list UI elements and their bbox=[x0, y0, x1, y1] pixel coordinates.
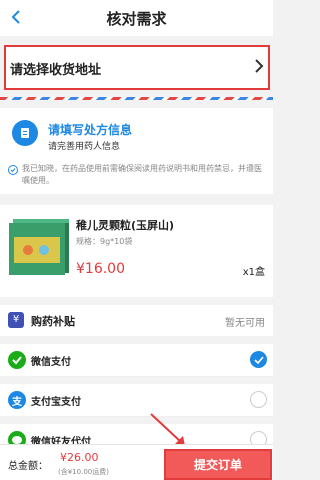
address-label: 请选择收货地址 bbox=[10, 63, 102, 78]
check-icon bbox=[253, 355, 264, 364]
product-price: ¥16.00 bbox=[76, 261, 125, 277]
agreement-checkbox[interactable] bbox=[8, 165, 18, 175]
radio-unselected[interactable] bbox=[250, 431, 267, 444]
yen-icon: ¥ bbox=[8, 312, 24, 328]
payment-option-wechat[interactable]: 微信支付 bbox=[0, 344, 273, 376]
page-title: 核对需求 bbox=[106, 10, 167, 28]
payment-option-label: 微信支付 bbox=[31, 357, 71, 368]
header-bar: 核对需求 bbox=[0, 0, 273, 36]
payment-option-alipay[interactable]: 支 支付宝支付 bbox=[0, 384, 273, 416]
product-name: 稚儿灵颗粒(玉屏山) bbox=[76, 219, 175, 232]
product-card: 稚儿灵颗粒(玉屏山) 规格：9g*10袋 ¥16.00 x1盒 bbox=[0, 205, 273, 297]
alipay-icon: 支 bbox=[8, 391, 26, 409]
product-quantity: x1盒 bbox=[242, 267, 265, 278]
chevron-right-icon bbox=[255, 59, 264, 73]
wechat-friend-pay-icon bbox=[8, 431, 26, 444]
radio-unselected[interactable] bbox=[250, 391, 267, 408]
product-spec: 规格：9g*10袋 bbox=[76, 237, 133, 246]
agreement-notice: 我已知晓，在药品使用前需确保阅读用药说明书和用药禁忌，并遵医嘱使用。 bbox=[22, 164, 262, 185]
total-label: 总金额： bbox=[8, 461, 48, 472]
subsidy-status: 暂无可用 bbox=[225, 318, 265, 329]
address-selector[interactable]: 请选择收货地址 bbox=[4, 45, 270, 90]
payment-option-wechat-friend[interactable]: 微信好友代付 bbox=[0, 424, 273, 444]
submit-highlight-box bbox=[164, 449, 272, 480]
divider bbox=[31, 376, 273, 377]
radio-selected[interactable] bbox=[250, 351, 267, 368]
prescription-section[interactable]: 请填写处方信息 请完善用药人信息 我已知晓，在药品使用前需确保阅读用药说明书和用… bbox=[0, 108, 273, 194]
wechat-pay-icon bbox=[8, 351, 26, 369]
prescription-title: 请填写处方信息 bbox=[48, 123, 133, 137]
payment-option-label: 支付宝支付 bbox=[31, 397, 81, 408]
subsidy-row[interactable]: ¥ 购药补贴 暂无可用 bbox=[0, 305, 273, 336]
shipping-note: (含¥10.00运费) bbox=[58, 468, 109, 476]
payment-option-label: 微信好友代付 bbox=[31, 437, 91, 444]
total-amount: ¥26.00 bbox=[60, 451, 99, 464]
address-stripe-divider bbox=[0, 97, 273, 100]
check-icon bbox=[10, 168, 16, 173]
subsidy-label: 购药补贴 bbox=[31, 315, 75, 328]
prescription-icon bbox=[12, 120, 38, 146]
prescription-subtitle: 请完善用药人信息 bbox=[48, 142, 121, 152]
product-image bbox=[8, 215, 70, 281]
